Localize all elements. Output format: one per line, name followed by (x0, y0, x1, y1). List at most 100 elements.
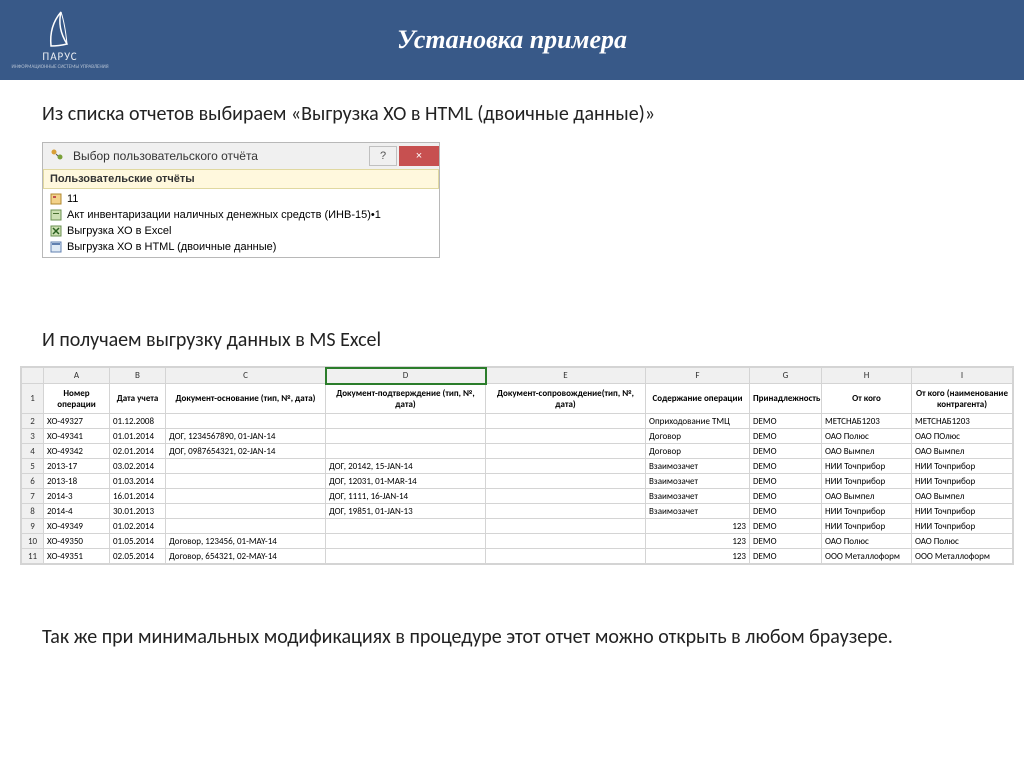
cell[interactable]: 30.01.2013 (110, 504, 166, 519)
cell[interactable]: 01.12.2008 (110, 414, 166, 429)
col-header[interactable]: C (166, 368, 326, 384)
col-header-selected[interactable]: D (326, 368, 486, 384)
col-header[interactable]: A (44, 368, 110, 384)
row-header[interactable]: 2 (22, 414, 44, 429)
row-header[interactable]: 7 (22, 489, 44, 504)
cell[interactable]: DEMO (750, 549, 822, 564)
cell[interactable]: НИИ Точприбор (822, 459, 912, 474)
data-header[interactable]: Документ-основание (тип, №, дата) (166, 384, 326, 414)
row-header[interactable]: 4 (22, 444, 44, 459)
cell[interactable]: DEMO (750, 414, 822, 429)
close-button[interactable]: × (399, 146, 439, 166)
cell[interactable]: 01.01.2014 (110, 429, 166, 444)
cell[interactable]: ДОГ, 20142, 15-JAN-14 (326, 459, 486, 474)
col-header[interactable]: G (750, 368, 822, 384)
cell[interactable]: МЕТСНАБ1203 (912, 414, 1013, 429)
cell[interactable]: Взаимозачет (646, 489, 750, 504)
cell[interactable] (486, 414, 646, 429)
col-header[interactable]: F (646, 368, 750, 384)
cell[interactable] (326, 549, 486, 564)
cell[interactable]: ОАО Вымпел (912, 444, 1013, 459)
cell[interactable]: НИИ Точприбор (912, 459, 1013, 474)
cell[interactable]: ДОГ, 1111, 16-JAN-14 (326, 489, 486, 504)
row-header[interactable]: 10 (22, 534, 44, 549)
cell[interactable]: ОАО Вымпел (822, 444, 912, 459)
row-header[interactable]: 1 (22, 384, 44, 414)
cell[interactable]: ХО-49350 (44, 534, 110, 549)
cell[interactable]: 123 (646, 519, 750, 534)
cell[interactable] (166, 489, 326, 504)
row-header[interactable]: 8 (22, 504, 44, 519)
cell[interactable]: ООО Металлоформ (822, 549, 912, 564)
cell[interactable]: ООО Металлоформ (912, 549, 1013, 564)
cell[interactable] (486, 519, 646, 534)
cell[interactable]: ДОГ, 19851, 01-JAN-13 (326, 504, 486, 519)
data-header[interactable]: Принадлежность (750, 384, 822, 414)
cell[interactable]: НИИ Точприбор (912, 519, 1013, 534)
row-header[interactable]: 9 (22, 519, 44, 534)
cell[interactable] (486, 429, 646, 444)
cell[interactable]: 123 (646, 534, 750, 549)
help-button[interactable]: ? (369, 146, 397, 166)
cell[interactable]: 02.05.2014 (110, 549, 166, 564)
cell[interactable]: 123 (646, 549, 750, 564)
cell[interactable]: Взаимозачет (646, 474, 750, 489)
cell[interactable]: ОАО Полюс (822, 534, 912, 549)
cell[interactable]: НИИ Точприбор (912, 474, 1013, 489)
cell[interactable] (486, 489, 646, 504)
cell[interactable] (486, 504, 646, 519)
cell[interactable] (326, 444, 486, 459)
cell[interactable] (486, 459, 646, 474)
cell[interactable]: 16.01.2014 (110, 489, 166, 504)
cell[interactable]: 2013-18 (44, 474, 110, 489)
corner-cell[interactable] (22, 368, 44, 384)
cell[interactable]: Взаимозачет (646, 459, 750, 474)
cell[interactable]: НИИ Точприбор (822, 474, 912, 489)
col-header[interactable]: I (912, 368, 1013, 384)
row-header[interactable]: 11 (22, 549, 44, 564)
cell[interactable]: 02.01.2014 (110, 444, 166, 459)
data-header[interactable]: Дата учета (110, 384, 166, 414)
list-item[interactable]: Выгрузка ХО в Excel (47, 223, 435, 239)
cell[interactable]: НИИ Точприбор (912, 504, 1013, 519)
cell[interactable]: НИИ Точприбор (822, 504, 912, 519)
cell[interactable]: Договор (646, 429, 750, 444)
row-header[interactable]: 5 (22, 459, 44, 474)
col-header[interactable]: B (110, 368, 166, 384)
cell[interactable]: МЕТСНАБ1203 (822, 414, 912, 429)
cell[interactable]: 01.05.2014 (110, 534, 166, 549)
cell[interactable]: ХО-49341 (44, 429, 110, 444)
cell[interactable]: ОАО Полюс (912, 534, 1013, 549)
data-header[interactable]: Номер операции (44, 384, 110, 414)
data-header[interactable]: От кого (наименование контрагента) (912, 384, 1013, 414)
cell[interactable]: 2014-4 (44, 504, 110, 519)
cell[interactable]: DEMO (750, 459, 822, 474)
data-header[interactable]: Документ-сопровождение(тип, №, дата) (486, 384, 646, 414)
cell[interactable] (486, 474, 646, 489)
cell[interactable] (166, 474, 326, 489)
cell[interactable] (486, 444, 646, 459)
cell[interactable]: Договор (646, 444, 750, 459)
cell[interactable]: ОАО ПОлюс (912, 429, 1013, 444)
cell[interactable]: Договор, 654321, 02-MAY-14 (166, 549, 326, 564)
list-item[interactable]: 11 (47, 191, 435, 207)
list-item[interactable]: Акт инвентаризации наличных денежных сре… (47, 207, 435, 223)
cell[interactable] (326, 534, 486, 549)
cell[interactable]: ДОГ, 12031, 01-MAR-14 (326, 474, 486, 489)
cell[interactable]: 2014-3 (44, 489, 110, 504)
cell[interactable]: 03.02.2014 (110, 459, 166, 474)
cell[interactable]: ХО-49351 (44, 549, 110, 564)
cell[interactable]: 01.02.2014 (110, 519, 166, 534)
cell[interactable]: ОАО Вымпел (822, 489, 912, 504)
cell[interactable] (166, 414, 326, 429)
cell[interactable]: Оприходование ТМЦ (646, 414, 750, 429)
cell[interactable]: ХО-49327 (44, 414, 110, 429)
cell[interactable]: Договор, 123456, 01-MAY-14 (166, 534, 326, 549)
cell[interactable]: 2013-17 (44, 459, 110, 474)
cell[interactable]: DEMO (750, 429, 822, 444)
col-header[interactable]: H (822, 368, 912, 384)
cell[interactable] (486, 549, 646, 564)
cell[interactable]: НИИ Точприбор (822, 519, 912, 534)
cell[interactable] (326, 414, 486, 429)
cell[interactable]: DEMO (750, 444, 822, 459)
